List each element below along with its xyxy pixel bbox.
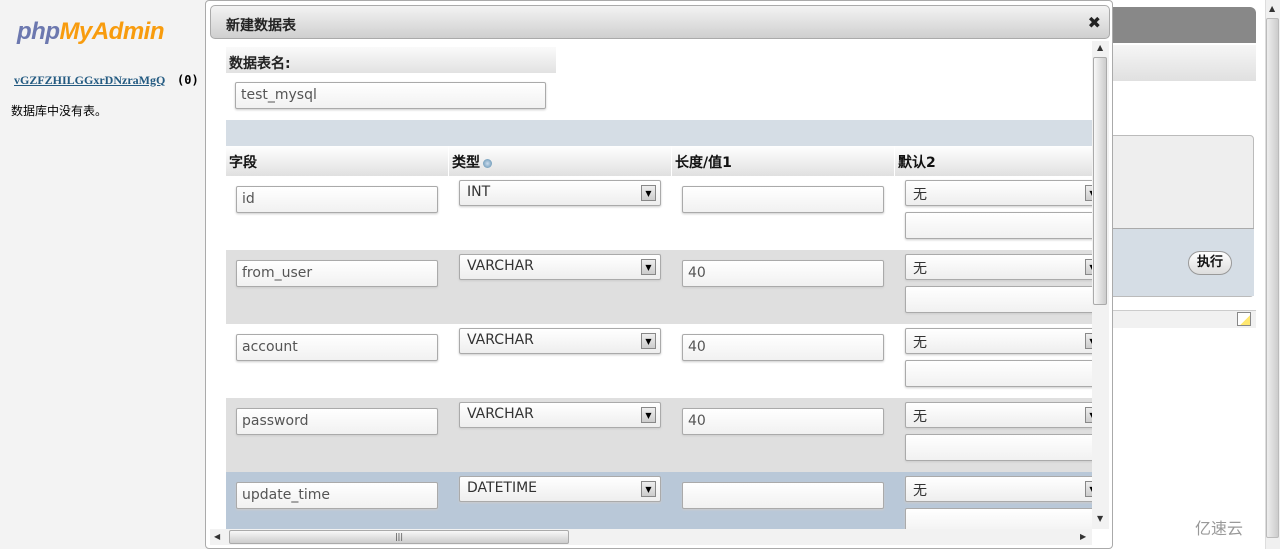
scroll-down-arrow-icon[interactable]: ▼ [1097, 515, 1103, 523]
field-name-input[interactable]: password [236, 408, 438, 435]
field-name-input[interactable]: from_user [236, 260, 438, 287]
watermark: 亿速云 [1195, 519, 1244, 538]
scroll-up-arrow-icon[interactable]: ▲ [1097, 44, 1103, 52]
field-type-select[interactable]: VARCHAR ▼ [459, 402, 661, 428]
chevron-down-icon[interactable]: ▼ [641, 333, 656, 349]
column-header-type: 类型 [449, 146, 672, 176]
dialog-vertical-scrollbar-thumb[interactable] [1093, 57, 1107, 305]
dialog-content: 数据表名: test_mysql 字段 类型 长度/值1 默认2 id INT ▼ 无… [226, 45, 1093, 529]
column-header-length: 长度/值1 [672, 146, 895, 176]
note-icon[interactable] [1237, 312, 1251, 326]
scroll-left-arrow-icon[interactable]: ◀ [214, 533, 220, 541]
close-icon[interactable]: ✖ [1088, 13, 1101, 32]
field-length-input[interactable] [682, 186, 884, 213]
background-panel-footer: 执行 [1111, 228, 1254, 296]
background-header-bar [1110, 7, 1256, 43]
database-table-count: (0) [177, 73, 199, 87]
field-default-select[interactable]: 无▼ [905, 476, 1093, 502]
field-default-value-input[interactable] [905, 212, 1093, 239]
chevron-down-icon[interactable]: ▼ [641, 407, 656, 423]
field-length-input[interactable]: 40 [682, 334, 884, 361]
create-table-dialog: 新建数据表 ✖ 数据表名: test_mysql 字段 类型 长度/值1 默认2… [205, 0, 1113, 549]
chevron-down-icon[interactable]: ▼ [641, 259, 656, 275]
field-default-select[interactable]: 无▼ [905, 328, 1093, 354]
help-icon[interactable] [483, 158, 492, 168]
phpmyadmin-logo[interactable]: phpMyAdmin [17, 18, 164, 46]
field-length-input[interactable]: 40 [682, 260, 884, 287]
dialog-vertical-scrollbar[interactable]: ▲ ▼ [1092, 41, 1109, 529]
field-name-input[interactable]: update_time [236, 482, 438, 509]
scroll-right-arrow-icon[interactable]: ▶ [1080, 533, 1086, 541]
dialog-title: 新建数据表 [226, 18, 296, 34]
no-tables-message: 数据库中没有表。 [11, 104, 108, 118]
chevron-down-icon[interactable]: ▼ [641, 185, 656, 201]
background-strip [1110, 310, 1256, 328]
options-bar [226, 120, 1093, 146]
column-header-default: 默认2 [895, 146, 1093, 176]
dialog-horizontal-scrollbar[interactable]: ◀ ||| ▶ [210, 529, 1092, 545]
field-default-value-input[interactable] [905, 434, 1093, 461]
field-row: id INT▼ 无▼ [226, 176, 1093, 250]
table-name-label: 数据表名: [229, 56, 291, 72]
table-name-label-bar: 数据表名: [226, 47, 556, 73]
field-default-value-input[interactable] [905, 508, 1093, 529]
field-default-select[interactable]: 无▼ [905, 180, 1093, 206]
field-default-select[interactable]: 无▼ [905, 402, 1093, 428]
database-link[interactable]: vGZFZHILGGxrDNzraMgQ [14, 73, 165, 88]
field-row: update_time DATETIME▼ 无▼ [226, 472, 1093, 529]
field-type-select[interactable]: DATETIME ▼ [459, 476, 661, 502]
dialog-title-bar[interactable]: 新建数据表 ✖ [210, 5, 1110, 39]
field-name-input[interactable]: id [236, 186, 438, 213]
field-type-select[interactable]: VARCHAR ▼ [459, 328, 661, 354]
field-length-input[interactable]: 40 [682, 408, 884, 435]
scroll-up-arrow-icon[interactable]: ▲ [1269, 5, 1275, 13]
page-scrollbar-thumb[interactable] [1266, 18, 1279, 538]
field-length-input[interactable] [682, 482, 884, 509]
chevron-down-icon[interactable]: ▼ [641, 481, 656, 497]
field-type-select[interactable]: VARCHAR ▼ [459, 254, 661, 280]
field-row: account VARCHAR▼ 40 无▼ [226, 324, 1093, 398]
navigation-panel: phpMyAdmin vGZFZHILGGxrDNzraMgQ (0) 数据库中… [0, 0, 205, 549]
field-row: password VARCHAR▼ 40 无▼ [226, 398, 1093, 472]
background-panel: 执行 [1110, 135, 1254, 297]
column-header-field: 字段 [226, 146, 449, 176]
table-name-input[interactable]: test_mysql [235, 82, 546, 109]
field-type-select[interactable]: INT ▼ [459, 180, 661, 206]
field-default-select[interactable]: 无▼ [905, 254, 1093, 280]
field-default-value-input[interactable] [905, 286, 1093, 313]
background-subheader-bar [1110, 45, 1256, 81]
field-row: from_user VARCHAR▼ 40 无▼ [226, 250, 1093, 324]
dialog-horizontal-scrollbar-thumb[interactable]: ||| [229, 530, 569, 544]
execute-button[interactable]: 执行 [1188, 251, 1232, 275]
field-default-value-input[interactable] [905, 360, 1093, 387]
field-name-input[interactable]: account [236, 334, 438, 361]
